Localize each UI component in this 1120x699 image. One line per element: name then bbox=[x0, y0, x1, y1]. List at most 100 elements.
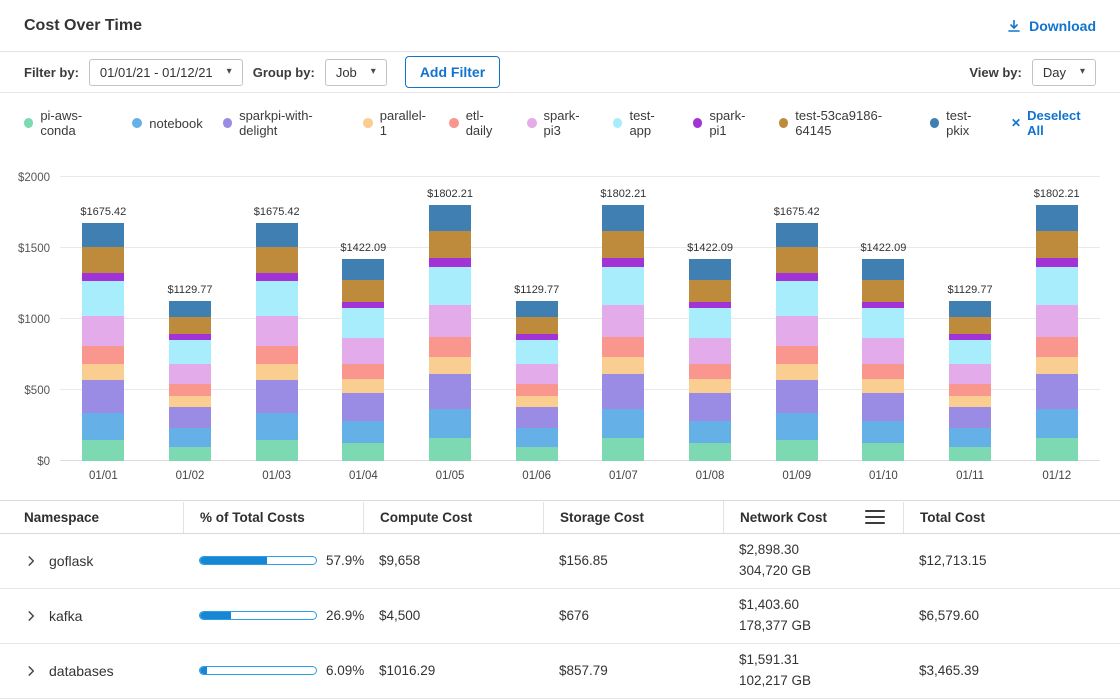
bar-segment-parallel-1 bbox=[1036, 357, 1078, 374]
bar-stack-01-04[interactable] bbox=[342, 259, 384, 461]
bar-segment-etl-daily bbox=[689, 364, 731, 380]
bar-segment-test-53ca9186-64145 bbox=[776, 247, 818, 273]
column-header-label: Compute Cost bbox=[380, 510, 472, 525]
x-axis-label: 01/09 bbox=[753, 470, 840, 482]
x-axis-label: 01/06 bbox=[493, 470, 580, 482]
group-by-label: Group by: bbox=[253, 65, 315, 80]
legend-dot bbox=[132, 118, 142, 128]
bar-total-label: $1422.09 bbox=[687, 242, 733, 254]
bar-segment-test-pkix bbox=[1036, 205, 1078, 231]
bar-total-label: $1422.09 bbox=[860, 242, 906, 254]
legend-dot bbox=[527, 118, 536, 128]
bar-segment-spark-pi1 bbox=[602, 258, 644, 267]
namespace-name: kafka bbox=[49, 608, 82, 624]
bar-stack-01-06[interactable] bbox=[516, 301, 558, 461]
legend-label: test-app bbox=[629, 108, 673, 138]
bar-segment-test-53ca9186-64145 bbox=[429, 231, 471, 258]
bar-stack-01-01[interactable] bbox=[82, 223, 124, 461]
bar-segment-test-pkix bbox=[256, 223, 298, 247]
bar-stack-01-05[interactable] bbox=[429, 205, 471, 461]
legend-dot bbox=[223, 118, 232, 128]
bar-segment-parallel-1 bbox=[256, 364, 298, 380]
percent-cell: 57.9% bbox=[183, 547, 363, 574]
legend-label: sparkpi-with-delight bbox=[239, 108, 343, 138]
bar-segment-etl-daily bbox=[256, 346, 298, 364]
bar-stack-01-07[interactable] bbox=[602, 205, 644, 461]
bar-stack-01-02[interactable] bbox=[169, 301, 211, 461]
bar-segment-test-53ca9186-64145 bbox=[169, 317, 211, 334]
bar-segment-pi-aws-conda bbox=[862, 443, 904, 461]
bar-segment-pi-aws-conda bbox=[169, 447, 211, 461]
deselect-all-button[interactable]: ✕ Deselect All bbox=[1011, 108, 1096, 138]
bar-total-label: $1675.42 bbox=[254, 206, 300, 218]
storage-cost-cell: $857.79 bbox=[543, 657, 723, 684]
bar-stack-01-08[interactable] bbox=[689, 259, 731, 461]
bar-column-01-05: $1802.21 bbox=[407, 177, 494, 461]
storage-cost-cell: $156.85 bbox=[543, 547, 723, 574]
legend-item-test-53ca9186-64145[interactable]: test-53ca9186-64145 bbox=[779, 108, 910, 138]
expand-chevron-icon[interactable] bbox=[24, 664, 38, 678]
bar-stack-01-12[interactable] bbox=[1036, 205, 1078, 461]
filter-by-label: Filter by: bbox=[24, 65, 79, 80]
bars-layer: $1675.42 $1129.77 $1675.42 $1422.09 $1802.21… bbox=[60, 177, 1100, 461]
bar-segment-spark-pi3 bbox=[256, 316, 298, 346]
date-range-select[interactable]: 01/01/21 - 01/12/21 ▾ bbox=[89, 59, 243, 86]
bar-stack-01-03[interactable] bbox=[256, 223, 298, 461]
legend-item-test-pkix[interactable]: test-pkix bbox=[930, 108, 991, 138]
bar-segment-notebook bbox=[429, 409, 471, 438]
bar-segment-spark-pi3 bbox=[776, 316, 818, 346]
bar-segment-spark-pi1 bbox=[429, 258, 471, 267]
bar-total-label: $1129.77 bbox=[514, 284, 559, 296]
namespace-cell: goflask bbox=[0, 547, 183, 575]
bar-segment-test-pkix bbox=[949, 301, 991, 317]
legend-item-spark-pi1[interactable]: spark-pi1 bbox=[693, 108, 759, 138]
total-cost-cell: $6,579.60 bbox=[903, 602, 1120, 629]
column-header-label: Network Cost bbox=[740, 510, 827, 525]
add-filter-button[interactable]: Add Filter bbox=[405, 56, 500, 88]
expand-chevron-icon[interactable] bbox=[24, 554, 38, 568]
bar-segment-notebook bbox=[949, 428, 991, 446]
bar-segment-etl-daily bbox=[862, 364, 904, 380]
group-by-select[interactable]: Job ▾ bbox=[325, 59, 387, 86]
legend-item-test-app[interactable]: test-app bbox=[613, 108, 673, 138]
bar-total-label: $1129.77 bbox=[948, 284, 993, 296]
bar-segment-spark-pi3 bbox=[429, 305, 471, 337]
bar-stack-01-11[interactable] bbox=[949, 301, 991, 461]
legend-item-notebook[interactable]: notebook bbox=[132, 116, 203, 131]
table-row-goflask: goflask57.9%$9,658$156.85$2,898.30304,72… bbox=[0, 534, 1120, 589]
bar-segment-test-pkix bbox=[862, 259, 904, 280]
percent-cell: 6.09% bbox=[183, 657, 363, 684]
namespace-name: goflask bbox=[49, 553, 93, 569]
bar-column-01-11: $1129.77 bbox=[927, 177, 1014, 461]
bar-segment-spark-pi3 bbox=[949, 364, 991, 384]
legend-item-parallel-1[interactable]: parallel-1 bbox=[363, 108, 429, 138]
bar-stack-01-09[interactable] bbox=[776, 223, 818, 461]
x-axis-label: 01/01 bbox=[60, 470, 147, 482]
total-cost-cell: $12,713.15 bbox=[903, 547, 1120, 574]
cost-table: Namespace% of Total CostsCompute CostSto… bbox=[0, 500, 1120, 699]
bar-segment-sparkpi-with-delight bbox=[862, 393, 904, 421]
legend-item-pi-aws-conda[interactable]: pi-aws-conda bbox=[24, 108, 112, 138]
bar-segment-test-53ca9186-64145 bbox=[256, 247, 298, 273]
bar-segment-spark-pi3 bbox=[1036, 305, 1078, 337]
bar-segment-test-app bbox=[689, 308, 731, 338]
legend-item-spark-pi3[interactable]: spark-pi3 bbox=[527, 108, 593, 138]
bar-total-label: $1675.42 bbox=[80, 206, 126, 218]
expand-chevron-icon[interactable] bbox=[24, 609, 38, 623]
legend-dot bbox=[363, 118, 372, 128]
table-body: goflask57.9%$9,658$156.85$2,898.30304,72… bbox=[0, 534, 1120, 699]
bar-segment-test-53ca9186-64145 bbox=[342, 280, 384, 301]
bar-stack-01-10[interactable] bbox=[862, 259, 904, 461]
legend-item-sparkpi-with-delight[interactable]: sparkpi-with-delight bbox=[223, 108, 344, 138]
view-by-select[interactable]: Day ▾ bbox=[1032, 59, 1096, 86]
legend-dot bbox=[693, 118, 702, 128]
legend-item-etl-daily[interactable]: etl-daily bbox=[449, 108, 507, 138]
bar-segment-etl-daily bbox=[429, 337, 471, 357]
download-button[interactable]: Download bbox=[1006, 18, 1096, 34]
bar-segment-test-pkix bbox=[776, 223, 818, 247]
compute-cost-cell: $9,658 bbox=[363, 547, 543, 574]
bar-total-label: $1422.09 bbox=[340, 242, 386, 254]
bar-total-label: $1802.21 bbox=[427, 188, 473, 200]
column-menu-icon[interactable] bbox=[865, 509, 885, 525]
bar-segment-notebook bbox=[602, 409, 644, 438]
